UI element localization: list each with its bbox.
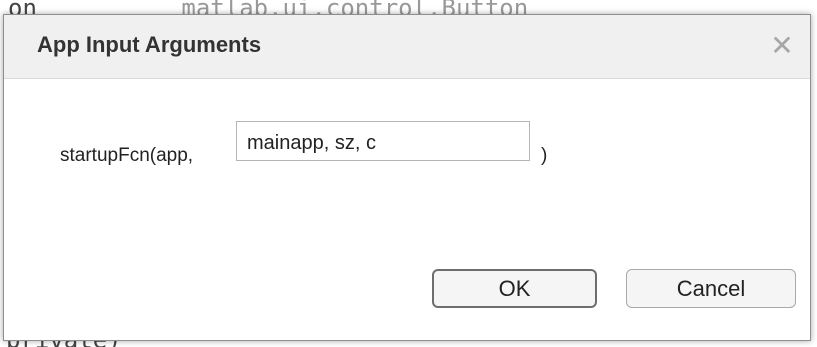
ok-button[interactable]: OK [432,269,597,308]
input-arguments-field[interactable] [236,121,530,161]
close-icon[interactable]: ✕ [766,29,798,61]
app-input-arguments-dialog: App Input Arguments ✕ startupFcn(app, ) … [3,14,811,341]
cancel-button[interactable]: Cancel [626,269,796,308]
function-prefix-label: startupFcn(app, [60,145,194,166]
function-suffix-label: ) [541,145,548,166]
dialog-title: App Input Arguments [37,32,262,57]
dialog-titlebar: App Input Arguments ✕ [4,15,810,79]
